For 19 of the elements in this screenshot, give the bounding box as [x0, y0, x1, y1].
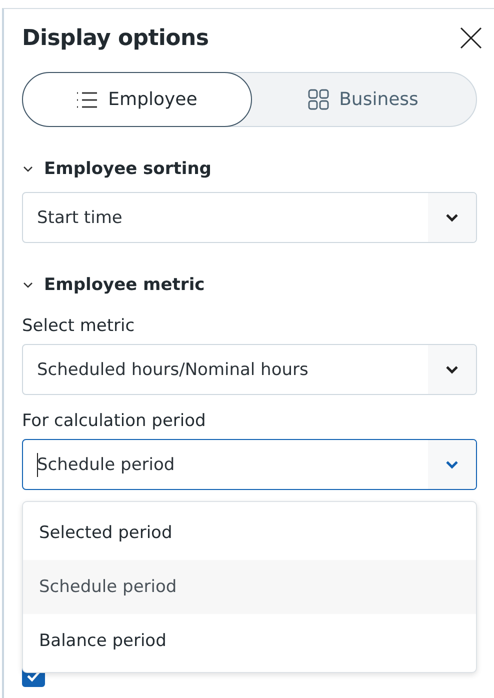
list-icon [76, 90, 98, 108]
chevron-icon [445, 364, 459, 374]
dropdown-option[interactable]: Schedule period [23, 560, 476, 614]
grid-icon [308, 89, 330, 110]
select-field[interactable]: Schedule period [22, 439, 477, 490]
panel-title: Display options [22, 26, 209, 50]
dropdown-option[interactable]: Selected period [23, 506, 476, 560]
view-tab[interactable]: Employee [22, 72, 252, 127]
chevron-icon [445, 212, 459, 222]
field-label: For calculation period [22, 411, 207, 431]
section-header[interactable]: Employee sorting [22, 154, 212, 184]
select-field[interactable]: Scheduled hours/Nominal hours [22, 344, 477, 395]
section-header[interactable]: Employee metric [22, 270, 205, 300]
close-icon[interactable] [459, 26, 483, 50]
chevron-icon [445, 460, 459, 470]
field-label: Select metric [22, 316, 136, 336]
select-field[interactable]: Start time [22, 192, 477, 243]
dropdown-option[interactable]: Balance period [23, 614, 476, 668]
view-tab[interactable]: Business [250, 72, 477, 127]
